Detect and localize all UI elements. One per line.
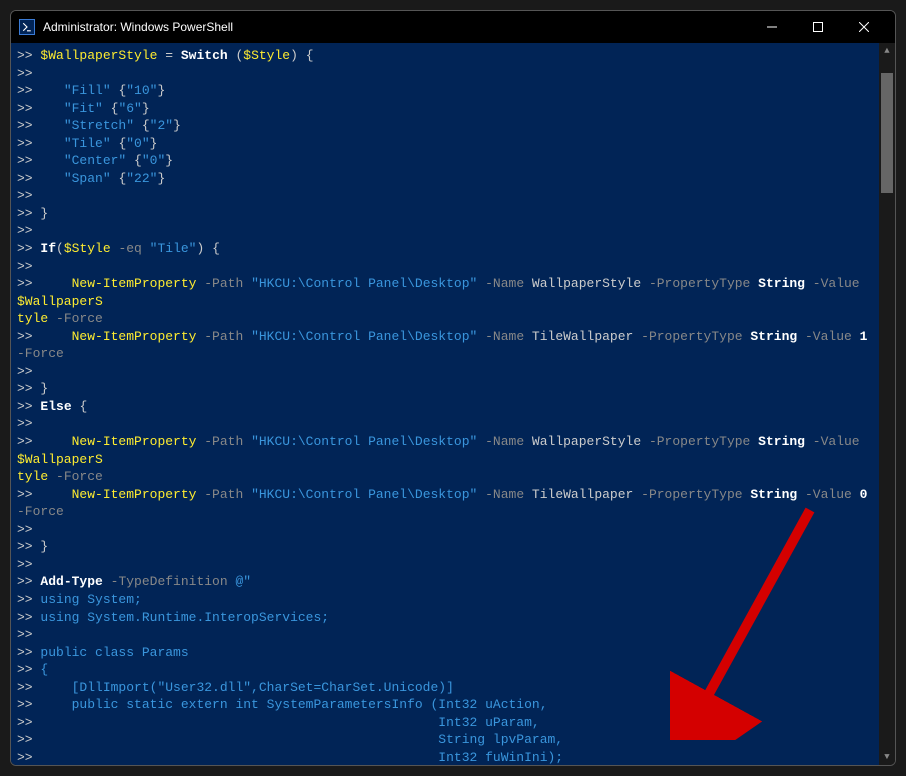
scroll-thumb[interactable] <box>881 73 893 193</box>
terminal-output[interactable]: >> $WallpaperStyle = Switch ($Style) { >… <box>11 43 879 765</box>
powershell-window: Administrator: Windows PowerShell >> $Wa… <box>10 10 896 766</box>
scroll-down-arrow[interactable]: ▼ <box>879 749 895 765</box>
vertical-scrollbar[interactable]: ▲ ▼ <box>879 43 895 765</box>
minimize-button[interactable] <box>749 11 795 43</box>
scroll-up-arrow[interactable]: ▲ <box>879 43 895 59</box>
code: $WallpaperStyle <box>40 48 157 63</box>
titlebar[interactable]: Administrator: Windows PowerShell <box>11 11 895 43</box>
window-controls <box>749 11 887 43</box>
powershell-icon <box>19 19 35 35</box>
terminal-area: >> $WallpaperStyle = Switch ($Style) { >… <box>11 43 895 765</box>
prompt: >> <box>17 48 33 63</box>
close-button[interactable] <box>841 11 887 43</box>
maximize-button[interactable] <box>795 11 841 43</box>
window-title: Administrator: Windows PowerShell <box>43 20 749 34</box>
